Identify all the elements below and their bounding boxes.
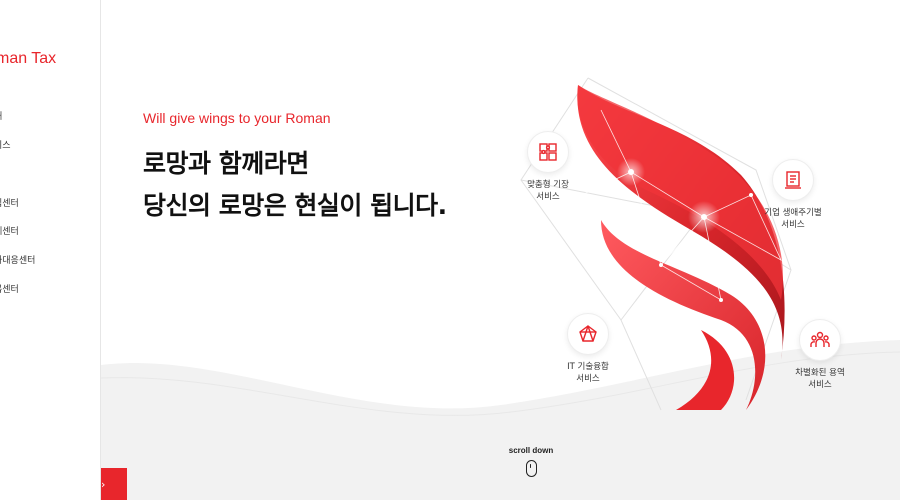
- hero-section: Will give wings to your Roman 로망과 함께라면 당…: [101, 0, 900, 500]
- service-label-line2: 서비스: [576, 374, 600, 384]
- network-icon: [567, 313, 609, 355]
- scroll-down-indicator[interactable]: scroll down: [496, 446, 566, 477]
- sidebar-item-2[interactable]: 비스: [0, 138, 11, 151]
- sidebar-item-6[interactable]: 복센터: [0, 282, 19, 295]
- sidebar-item-5[interactable]: 사대응센터: [0, 253, 35, 266]
- logo[interactable]: man Tax: [0, 50, 56, 68]
- puzzle-icon: [527, 131, 569, 173]
- scroll-down-label: scroll down: [508, 446, 554, 455]
- service-differentiated[interactable]: 차별화된 용역 서비스: [755, 319, 885, 391]
- service-corporate-lifecycle[interactable]: 기업 생애주기별 서비스: [728, 159, 858, 231]
- hero-headline-line1: 로망과 함께라면: [143, 149, 309, 178]
- service-label-line2: 서비스: [781, 220, 805, 230]
- service-label-line1: IT 기술융합: [567, 362, 609, 372]
- service-label-line1: 기업 생애주기별: [764, 208, 822, 218]
- sidebar-item-4[interactable]: 세센터: [0, 224, 19, 237]
- next-arrow-icon[interactable]: ›: [101, 478, 105, 491]
- hero-tagline: Will give wings to your Roman: [143, 110, 331, 126]
- service-it-convergence[interactable]: IT 기술융합 서비스: [523, 313, 653, 385]
- background-wave: [101, 340, 900, 500]
- sidebar: man Tax 개 비스 립센터 세센터 사대응센터 복센터: [0, 0, 101, 500]
- team-icon: [799, 319, 841, 361]
- sidebar-item-3[interactable]: 립센터: [0, 196, 19, 209]
- service-label-line1: 맞춤형 기장: [527, 180, 569, 190]
- service-label-line2: 서비스: [808, 380, 832, 390]
- service-custom-bookkeeping[interactable]: 맞춤형 기장 서비스: [483, 131, 613, 203]
- mouse-icon: [525, 460, 537, 477]
- service-label-line1: 차별화된 용역: [795, 368, 845, 378]
- service-label-line2: 서비스: [536, 192, 560, 202]
- hero-headline-line2: 당신의 로망은 현실이 됩니다.: [143, 191, 447, 220]
- sidebar-item-1[interactable]: 개: [0, 109, 2, 122]
- document-icon: [772, 159, 814, 201]
